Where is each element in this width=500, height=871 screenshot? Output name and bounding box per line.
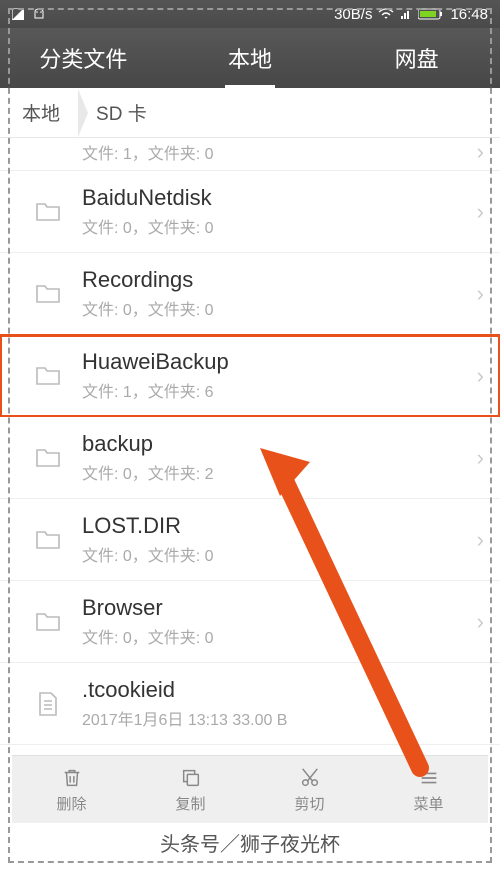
network-speed: 30B/s	[334, 6, 372, 23]
list-item[interactable]: HuaweiBackup 文件: 1，文件夹: 6›	[0, 335, 500, 417]
item-meta: 文件: 0，文件夹: 0	[82, 296, 477, 320]
file-list: 文件: 1，文件夹: 0 › BaiduNetdisk文件: 0，文件夹: 0›…	[0, 138, 500, 745]
chevron-right-icon: ›	[477, 199, 484, 225]
chevron-right-icon: ›	[477, 609, 484, 635]
tab-local[interactable]: 本地	[167, 28, 334, 88]
cut-button[interactable]: 剪切	[250, 765, 369, 814]
tab-categories[interactable]: 分类文件	[0, 28, 167, 88]
folder-icon	[34, 138, 62, 166]
battery-icon	[418, 8, 444, 20]
item-name: backup	[82, 431, 477, 457]
chevron-right-icon: ›	[477, 527, 484, 553]
folder-icon	[34, 280, 62, 308]
list-item[interactable]: backup 文件: 0，文件夹: 2›	[0, 417, 500, 499]
menu-icon	[418, 765, 440, 791]
menu-button[interactable]: 菜单	[369, 765, 488, 814]
wifi-icon	[378, 8, 394, 20]
copy-icon	[180, 765, 202, 791]
item-name: HuaweiBackup	[82, 349, 477, 375]
item-meta: 文件: 0，文件夹: 2	[82, 460, 477, 484]
cut-icon	[299, 765, 321, 791]
list-item[interactable]: LOST.DIR 文件: 0，文件夹: 0›	[0, 499, 500, 581]
crumb-sdcard[interactable]: SD 卡	[78, 89, 165, 136]
chevron-right-icon: ›	[477, 445, 484, 471]
tab-cloud[interactable]: 网盘	[333, 28, 500, 88]
item-meta: 文件: 1，文件夹: 0	[82, 140, 477, 164]
folder-icon	[34, 608, 62, 636]
item-meta: 文件: 0，文件夹: 0	[82, 214, 477, 238]
folder-icon	[34, 198, 62, 226]
list-item[interactable]: BaiduNetdisk 文件: 0，文件夹: 0›	[0, 171, 500, 253]
item-meta: 2017年1月6日 13:13 33.00 B	[82, 706, 484, 730]
trash-icon	[61, 765, 83, 791]
list-item[interactable]: Recordings 文件: 0，文件夹: 0›	[0, 253, 500, 335]
cellular-icon	[400, 8, 412, 20]
item-name: .tcookieid	[82, 677, 484, 703]
delete-button[interactable]: 删除	[12, 765, 131, 814]
crumb-local[interactable]: 本地	[4, 89, 78, 136]
list-item[interactable]: Browser 文件: 0，文件夹: 0›	[0, 581, 500, 663]
item-name: BaiduNetdisk	[82, 185, 477, 211]
item-meta: 文件: 1，文件夹: 6	[82, 378, 477, 402]
watermark: 头条号／狮子夜光杯	[0, 828, 500, 857]
status-bar: 30B/s 16:48	[0, 0, 500, 28]
list-item[interactable]: .tcookieid 2017年1月6日 13:13 33.00 B	[0, 663, 500, 745]
item-name: Browser	[82, 595, 477, 621]
list-item[interactable]: 文件: 1，文件夹: 0 ›	[0, 138, 500, 171]
item-meta: 文件: 0，文件夹: 0	[82, 624, 477, 648]
item-name: Recordings	[82, 267, 477, 293]
folder-icon	[34, 362, 62, 390]
folder-icon	[34, 444, 62, 472]
chevron-right-icon: ›	[477, 363, 484, 389]
breadcrumb: 本地 SD 卡	[0, 88, 500, 138]
bottom-toolbar: 删除 复制 剪切 菜单	[12, 755, 488, 823]
status-time: 16:48	[450, 6, 488, 23]
copy-button[interactable]: 复制	[131, 765, 250, 814]
item-meta: 文件: 0，文件夹: 0	[82, 542, 477, 566]
chevron-right-icon: ›	[477, 139, 484, 165]
item-name: LOST.DIR	[82, 513, 477, 539]
tab-bar: 分类文件 本地 网盘	[0, 28, 500, 88]
android-icon	[32, 8, 46, 20]
signal-icon	[12, 8, 24, 20]
chevron-right-icon: ›	[477, 281, 484, 307]
file-icon	[34, 690, 62, 718]
folder-icon	[34, 526, 62, 554]
